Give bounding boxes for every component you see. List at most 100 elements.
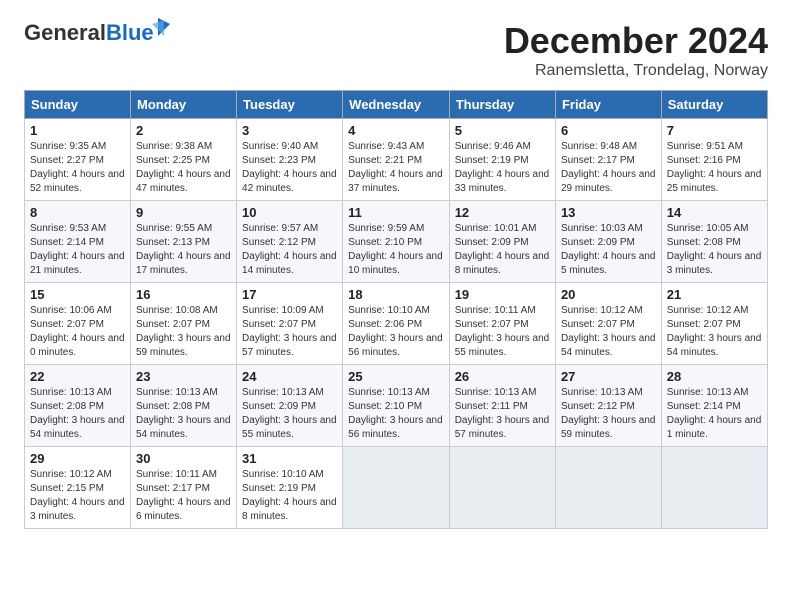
table-row: 8 Sunrise: 9:53 AM Sunset: 2:14 PM Daylig… (25, 201, 131, 283)
page-header: GeneralBlue December 2024 Ranemsletta, T… (24, 20, 768, 80)
table-row: 14 Sunrise: 10:05 AM Sunset: 2:08 PM Dayl… (661, 201, 767, 283)
logo: GeneralBlue (24, 20, 154, 46)
table-row: 30 Sunrise: 10:11 AM Sunset: 2:17 PM Dayl… (131, 447, 237, 529)
day-info: Sunrise: 9:59 AM Sunset: 2:10 PM Dayligh… (348, 222, 444, 278)
day-number: 25 (348, 369, 444, 384)
table-row (555, 447, 661, 529)
day-number: 20 (561, 287, 656, 302)
table-row: 29Sunrise: 10:12 AM Sunset: 2:15 PM Dayl… (25, 447, 131, 529)
day-number: 8 (30, 205, 125, 220)
table-row: 19Sunrise: 10:11 AM Sunset: 2:07 PM Dayl… (449, 283, 555, 365)
day-number: 16 (136, 287, 231, 302)
table-row: 27Sunrise: 10:13 AM Sunset: 2:12 PM Dayl… (555, 365, 661, 447)
day-info: Sunrise: 9:38 AM Sunset: 2:25 PM Dayligh… (136, 140, 231, 196)
col-friday: Friday (555, 91, 661, 119)
day-number: 7 (667, 123, 762, 138)
day-info: Sunrise: 10:13 AM Sunset: 2:11 PM Daylig… (455, 386, 550, 442)
calendar-header-row: Sunday Monday Tuesday Wednesday Thursday… (25, 91, 768, 119)
table-row: 13 Sunrise: 10:03 AM Sunset: 2:09 PM Dayl… (555, 201, 661, 283)
table-row: 3Sunrise: 9:40 AM Sunset: 2:23 PM Daylig… (237, 119, 343, 201)
day-info: Sunrise: 10:11 AM Sunset: 2:17 PM Daylig… (136, 468, 231, 524)
day-info: Sunrise: 10:13 AM Sunset: 2:14 PM Daylig… (667, 386, 762, 442)
day-info: Sunrise: 9:43 AM Sunset: 2:21 PM Dayligh… (348, 140, 444, 196)
table-row: 28Sunrise: 10:13 AM Sunset: 2:14 PM Dayl… (661, 365, 767, 447)
day-info: Sunrise: 9:53 AM Sunset: 2:14 PM Dayligh… (30, 222, 125, 278)
table-row: 5Sunrise: 9:46 AM Sunset: 2:19 PM Daylig… (449, 119, 555, 201)
col-tuesday: Tuesday (237, 91, 343, 119)
day-info: Sunrise: 10:03 AM Sunset: 2:09 PM Daylig… (561, 222, 656, 278)
col-monday: Monday (131, 91, 237, 119)
table-row: 10Sunrise: 9:57 AM Sunset: 2:12 PM Dayli… (237, 201, 343, 283)
calendar-week-row: 8 Sunrise: 9:53 AM Sunset: 2:14 PM Daylig… (25, 201, 768, 283)
table-row: 4 Sunrise: 9:43 AM Sunset: 2:21 PM Daylig… (343, 119, 450, 201)
day-info: Sunrise: 10:13 AM Sunset: 2:12 PM Daylig… (561, 386, 656, 442)
day-number: 4 (348, 123, 444, 138)
table-row: 20 Sunrise: 10:12 AM Sunset: 2:07 PM Dayl… (555, 283, 661, 365)
day-info: Sunrise: 10:11 AM Sunset: 2:07 PM Daylig… (455, 304, 550, 360)
table-row: 25 Sunrise: 10:13 AM Sunset: 2:10 PM Dayl… (343, 365, 450, 447)
table-row: 23Sunrise: 10:13 AM Sunset: 2:08 PM Dayl… (131, 365, 237, 447)
day-info: Sunrise: 10:10 AM Sunset: 2:06 PM Daylig… (348, 304, 444, 360)
day-info: Sunrise: 9:57 AM Sunset: 2:12 PM Dayligh… (242, 222, 337, 278)
day-number: 18 (348, 287, 444, 302)
day-number: 2 (136, 123, 231, 138)
day-number: 21 (667, 287, 762, 302)
page-subtitle: Ranemsletta, Trondelag, Norway (504, 62, 768, 80)
day-number: 3 (242, 123, 337, 138)
col-sunday: Sunday (25, 91, 131, 119)
day-info: Sunrise: 9:46 AM Sunset: 2:19 PM Dayligh… (455, 140, 550, 196)
day-number: 24 (242, 369, 337, 384)
table-row: 24Sunrise: 10:13 AM Sunset: 2:09 PM Dayl… (237, 365, 343, 447)
table-row: 7 Sunrise: 9:51 AM Sunset: 2:16 PM Daylig… (661, 119, 767, 201)
table-row: 21 Sunrise: 10:12 AM Sunset: 2:07 PM Dayl… (661, 283, 767, 365)
day-number: 23 (136, 369, 231, 384)
day-info: Sunrise: 10:13 AM Sunset: 2:08 PM Daylig… (30, 386, 125, 442)
table-row: 9Sunrise: 9:55 AM Sunset: 2:13 PM Daylig… (131, 201, 237, 283)
day-info: Sunrise: 10:06 AM Sunset: 2:07 PM Daylig… (30, 304, 125, 360)
day-number: 11 (348, 205, 444, 220)
calendar-week-row: 29Sunrise: 10:12 AM Sunset: 2:15 PM Dayl… (25, 447, 768, 529)
logo-blue: Blue (106, 20, 154, 45)
table-row: 31 Sunrise: 10:10 AM Sunset: 2:19 PM Dayl… (237, 447, 343, 529)
table-row: 11 Sunrise: 9:59 AM Sunset: 2:10 PM Dayli… (343, 201, 450, 283)
table-row (449, 447, 555, 529)
table-row (661, 447, 767, 529)
col-thursday: Thursday (449, 91, 555, 119)
col-wednesday: Wednesday (343, 91, 450, 119)
day-number: 29 (30, 451, 125, 466)
table-row: 15 Sunrise: 10:06 AM Sunset: 2:07 PM Dayl… (25, 283, 131, 365)
day-number: 30 (136, 451, 231, 466)
day-number: 31 (242, 451, 337, 466)
day-info: Sunrise: 10:05 AM Sunset: 2:08 PM Daylig… (667, 222, 762, 278)
table-row: 6Sunrise: 9:48 AM Sunset: 2:17 PM Daylig… (555, 119, 661, 201)
calendar-week-row: 15 Sunrise: 10:06 AM Sunset: 2:07 PM Dayl… (25, 283, 768, 365)
day-info: Sunrise: 10:13 AM Sunset: 2:10 PM Daylig… (348, 386, 444, 442)
day-info: Sunrise: 10:01 AM Sunset: 2:09 PM Daylig… (455, 222, 550, 278)
calendar-week-row: 1 Sunrise: 9:35 AM Sunset: 2:27 PM Daylig… (25, 119, 768, 201)
day-number: 14 (667, 205, 762, 220)
day-number: 6 (561, 123, 656, 138)
table-row: 17 Sunrise: 10:09 AM Sunset: 2:07 PM Dayl… (237, 283, 343, 365)
table-row: 16 Sunrise: 10:08 AM Sunset: 2:07 PM Dayl… (131, 283, 237, 365)
day-info: Sunrise: 9:35 AM Sunset: 2:27 PM Dayligh… (30, 140, 125, 196)
day-info: Sunrise: 10:10 AM Sunset: 2:19 PM Daylig… (242, 468, 337, 524)
day-number: 22 (30, 369, 125, 384)
calendar-table: Sunday Monday Tuesday Wednesday Thursday… (24, 90, 768, 529)
day-number: 9 (136, 205, 231, 220)
day-info: Sunrise: 10:09 AM Sunset: 2:07 PM Daylig… (242, 304, 337, 360)
table-row (343, 447, 450, 529)
day-number: 17 (242, 287, 337, 302)
table-row: 22 Sunrise: 10:13 AM Sunset: 2:08 PM Dayl… (25, 365, 131, 447)
day-number: 1 (30, 123, 125, 138)
page-title: December 2024 (504, 20, 768, 62)
day-info: Sunrise: 10:12 AM Sunset: 2:07 PM Daylig… (561, 304, 656, 360)
day-number: 13 (561, 205, 656, 220)
table-row: 26Sunrise: 10:13 AM Sunset: 2:11 PM Dayl… (449, 365, 555, 447)
logo-general: General (24, 20, 106, 45)
day-info: Sunrise: 9:51 AM Sunset: 2:16 PM Dayligh… (667, 140, 762, 196)
day-number: 15 (30, 287, 125, 302)
day-info: Sunrise: 10:12 AM Sunset: 2:07 PM Daylig… (667, 304, 762, 360)
col-saturday: Saturday (661, 91, 767, 119)
day-info: Sunrise: 10:08 AM Sunset: 2:07 PM Daylig… (136, 304, 231, 360)
calendar-week-row: 22 Sunrise: 10:13 AM Sunset: 2:08 PM Dayl… (25, 365, 768, 447)
